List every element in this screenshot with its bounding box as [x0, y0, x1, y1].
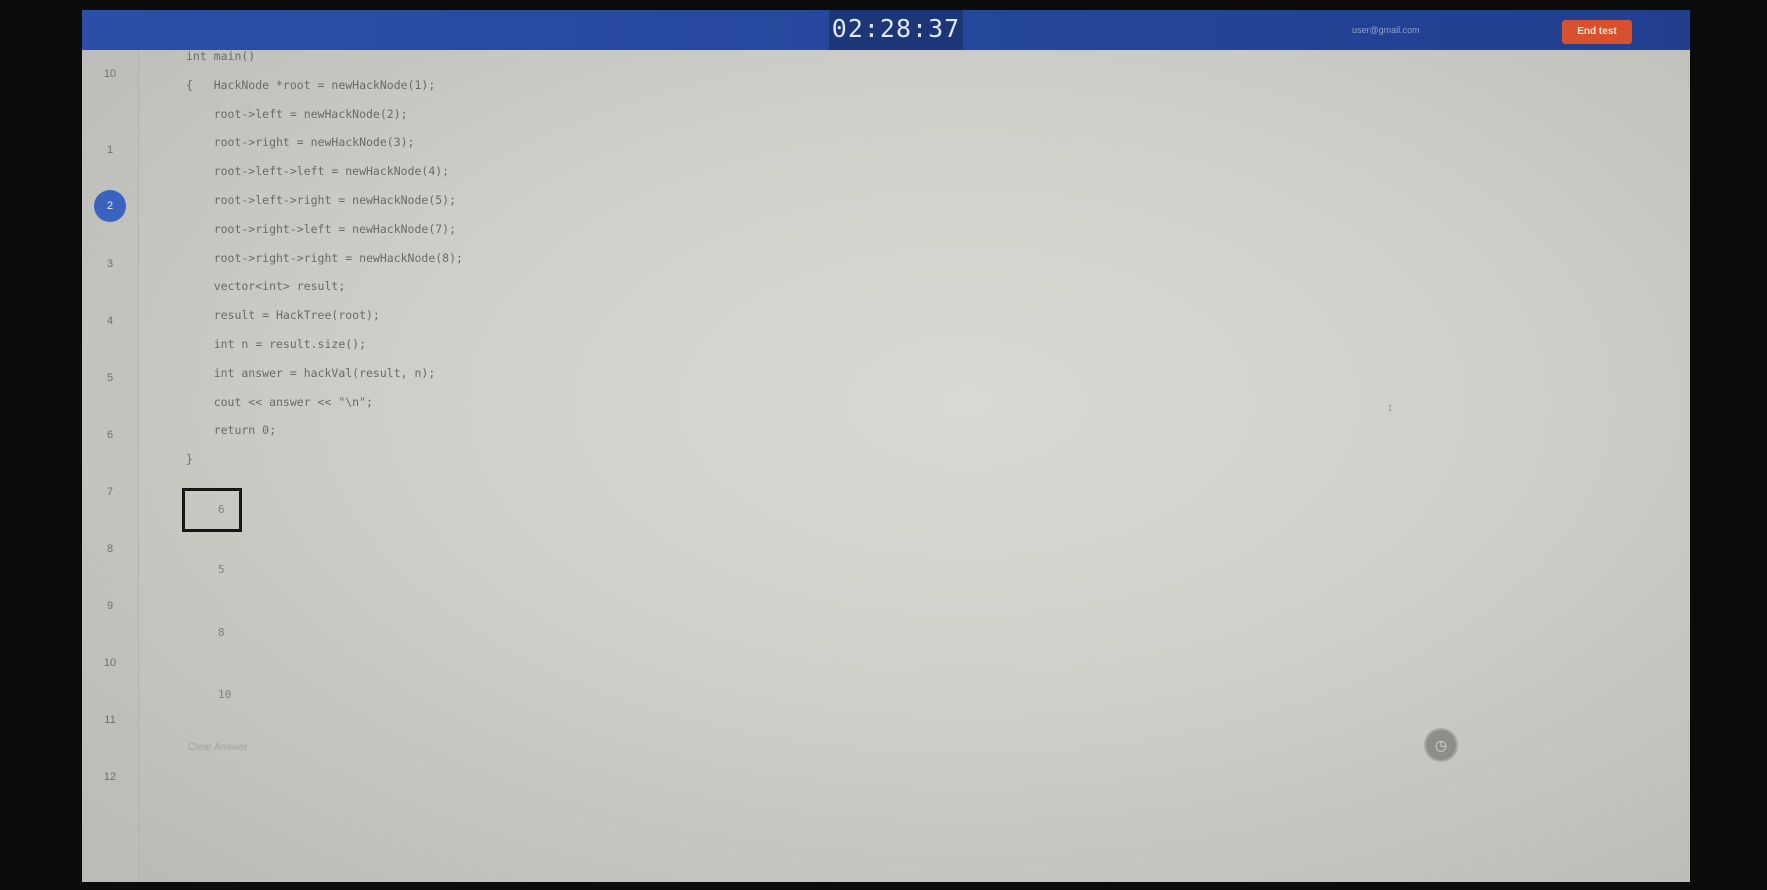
question-nav-item[interactable]: 11: [94, 704, 126, 736]
question-navigator: 10 1 2 3 4 5 6 7 8 9 10 11 12: [82, 50, 139, 882]
code-line: int main(): [186, 49, 256, 63]
code-line: vector<int> result;: [186, 279, 346, 294]
question-nav-item[interactable]: 9: [94, 590, 126, 622]
countdown-timer: 02:28:37: [829, 10, 963, 50]
answer-option[interactable]: 5: [218, 561, 225, 579]
question-nav-item[interactable]: 10: [94, 58, 126, 90]
user-email: user@gmail.com: [1352, 25, 1420, 35]
answer-option[interactable]: 6: [218, 501, 225, 519]
question-nav-item[interactable]: 10: [94, 647, 126, 679]
code-line: return 0;: [186, 423, 277, 438]
code-line: root->left->right = newHackNode(5);: [186, 192, 457, 207]
selected-option-highlight: [182, 488, 242, 532]
code-line: result = HackTree(root);: [186, 308, 380, 323]
code-line: cout << answer << "\n";: [186, 394, 373, 409]
question-nav-item[interactable]: 5: [94, 362, 126, 394]
answer-option[interactable]: 10: [218, 686, 231, 704]
question-nav-item[interactable]: 7: [94, 476, 126, 508]
code-snippet: int main() { HackNode *root = newHackNod…: [186, 42, 746, 466]
code-line: }: [186, 452, 193, 467]
code-line: int answer = hackVal(result, n);: [186, 365, 436, 380]
code-line: root->right->right = newHackNode(8);: [186, 250, 463, 265]
code-line: root->right->left = newHackNode(7);: [186, 221, 457, 236]
clock-icon[interactable]: ◷: [1424, 728, 1458, 762]
code-line: root->left->left = newHackNode(4);: [186, 164, 450, 179]
question-nav-item[interactable]: 3: [94, 248, 126, 280]
code-line: root->left = newHackNode(2);: [186, 106, 408, 121]
code-line: root->right = newHackNode(3);: [186, 135, 415, 150]
code-line: int n = result.size();: [186, 336, 367, 351]
question-nav-item-active[interactable]: 2: [94, 190, 126, 222]
end-test-button[interactable]: End test: [1562, 20, 1632, 44]
resize-handle-icon[interactable]: ↕: [1387, 400, 1393, 414]
exam-screen: 02:28:37 user@gmail.com End test 10 1 2 …: [82, 10, 1690, 882]
question-nav-item[interactable]: 6: [94, 419, 126, 451]
code-line: { HackNode *root = newHackNode(1);: [186, 77, 436, 92]
clear-answer-link[interactable]: Clear Answer: [188, 742, 247, 753]
answer-option[interactable]: 8: [218, 624, 225, 642]
question-nav-item[interactable]: 8: [94, 533, 126, 565]
question-nav-item[interactable]: 12: [94, 761, 126, 793]
question-nav-item[interactable]: 1: [94, 134, 126, 166]
question-nav-item[interactable]: 4: [94, 305, 126, 337]
